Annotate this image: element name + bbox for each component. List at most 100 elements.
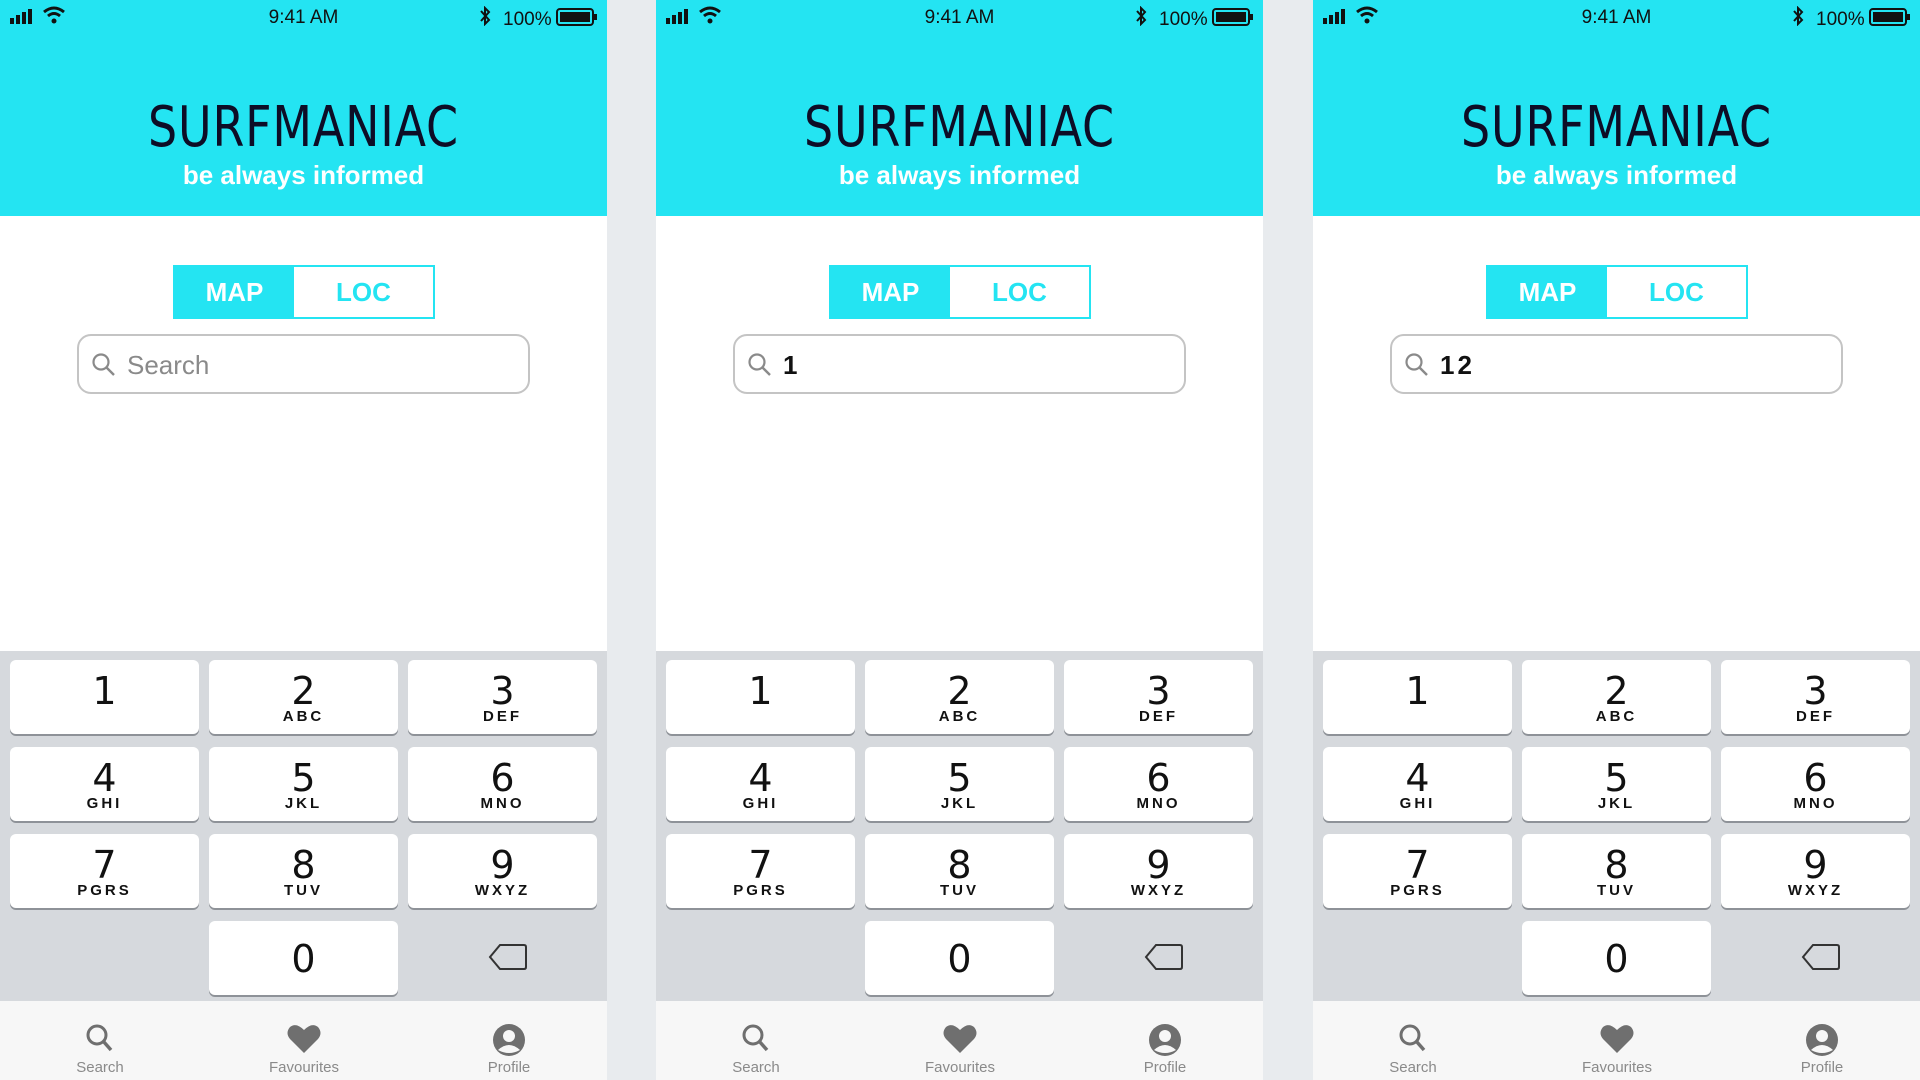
key-digit: 8 bbox=[947, 843, 972, 887]
key-6[interactable]: 6 MNO bbox=[408, 747, 597, 821]
tab-search[interactable]: Search bbox=[1353, 1001, 1473, 1080]
key-2[interactable]: 2 ABC bbox=[209, 660, 398, 734]
key-7[interactable]: 7 PGRS bbox=[1323, 834, 1512, 908]
key-5[interactable]: 5 JKL bbox=[1522, 747, 1711, 821]
tab-label: Favourites bbox=[1581, 1059, 1653, 1076]
key-3[interactable]: 3 DEF bbox=[1064, 660, 1253, 734]
status-bar: 9:41 AM 100% bbox=[0, 0, 607, 36]
loc-tab-button[interactable]: LOC bbox=[1607, 267, 1746, 317]
key-6[interactable]: 6 MNO bbox=[1064, 747, 1253, 821]
map-tab-button[interactable]: MAP bbox=[175, 267, 294, 317]
key-digit: 5 bbox=[291, 756, 316, 800]
key-digit: 3 bbox=[1803, 669, 1828, 713]
key-1[interactable]: 1 bbox=[666, 660, 855, 734]
key-0[interactable]: 0 bbox=[1522, 921, 1711, 995]
tab-favourites[interactable]: Favourites bbox=[244, 1001, 364, 1080]
key-1[interactable]: 1 bbox=[10, 660, 199, 734]
key-0[interactable]: 0 bbox=[209, 921, 398, 995]
loc-tab-button[interactable]: LOC bbox=[950, 267, 1089, 317]
backspace-icon[interactable] bbox=[1801, 942, 1841, 977]
tab-label: Profile bbox=[1800, 1059, 1844, 1076]
tab-profile[interactable]: Profile bbox=[1105, 1001, 1225, 1080]
tab-search[interactable]: Search bbox=[696, 1001, 816, 1080]
key-5[interactable]: 5 JKL bbox=[865, 747, 1054, 821]
key-2[interactable]: 2 ABC bbox=[1522, 660, 1711, 734]
key-digit: 5 bbox=[947, 756, 972, 800]
tab-profile[interactable]: Profile bbox=[1762, 1001, 1882, 1080]
key-4[interactable]: 4 GHI bbox=[666, 747, 855, 821]
tab-favourites[interactable]: Favourites bbox=[900, 1001, 1020, 1080]
backspace-icon[interactable] bbox=[1144, 942, 1184, 977]
key-3[interactable]: 3 DEF bbox=[1721, 660, 1910, 734]
key-digit: 8 bbox=[1604, 843, 1629, 887]
search-input-value: 1 bbox=[783, 350, 801, 380]
key-8[interactable]: 8 TUV bbox=[209, 834, 398, 908]
profile-icon bbox=[1762, 1023, 1882, 1056]
key-digit: 7 bbox=[748, 843, 773, 887]
key-letters: MNO bbox=[1793, 795, 1838, 812]
key-digit: 0 bbox=[947, 937, 972, 981]
bottom-tab-bar: Search Favourites Profile bbox=[0, 1001, 607, 1080]
key-digit: 9 bbox=[1146, 843, 1171, 887]
key-letters: PGRS bbox=[1390, 882, 1445, 899]
key-7[interactable]: 7 PGRS bbox=[10, 834, 199, 908]
key-letters: TUV bbox=[940, 882, 979, 899]
phone-screen-3: 9:41 AM 100% SURFMANIAC be always inform… bbox=[1313, 0, 1920, 1080]
tab-favourites[interactable]: Favourites bbox=[1557, 1001, 1677, 1080]
profile-icon bbox=[449, 1023, 569, 1056]
loc-tab-button[interactable]: LOC bbox=[294, 267, 433, 317]
key-digit: 4 bbox=[1405, 756, 1430, 800]
key-letters: DEF bbox=[1139, 708, 1178, 725]
key-digit: 7 bbox=[1405, 843, 1430, 887]
profile-icon bbox=[1105, 1023, 1225, 1056]
key-9[interactable]: 9 WXYZ bbox=[1721, 834, 1910, 908]
key-7[interactable]: 7 PGRS bbox=[666, 834, 855, 908]
key-letters: JKL bbox=[940, 795, 979, 812]
key-6[interactable]: 6 MNO bbox=[1721, 747, 1910, 821]
search-icon bbox=[747, 352, 773, 383]
key-digit: 8 bbox=[291, 843, 316, 887]
backspace-icon[interactable] bbox=[488, 942, 528, 977]
key-letters: WXYZ bbox=[1787, 882, 1844, 899]
map-tab-button[interactable]: MAP bbox=[831, 267, 950, 317]
bluetooth-icon bbox=[1791, 5, 1805, 32]
tab-profile[interactable]: Profile bbox=[449, 1001, 569, 1080]
search-input[interactable]: Search bbox=[77, 334, 530, 394]
app-title: SURFMANIAC bbox=[804, 95, 1115, 160]
key-digit: 3 bbox=[490, 669, 515, 713]
key-1[interactable]: 1 bbox=[1323, 660, 1512, 734]
key-letters: ABC bbox=[1595, 708, 1638, 725]
key-digit: 1 bbox=[1405, 669, 1430, 713]
tab-label: Favourites bbox=[268, 1059, 340, 1076]
key-4[interactable]: 4 GHI bbox=[10, 747, 199, 821]
view-toggle: MAP LOC bbox=[173, 265, 435, 319]
key-9[interactable]: 9 WXYZ bbox=[1064, 834, 1253, 908]
key-0[interactable]: 0 bbox=[865, 921, 1054, 995]
search-input-value: 12 bbox=[1440, 350, 1475, 380]
key-3[interactable]: 3 DEF bbox=[408, 660, 597, 734]
search-input[interactable]: 1 bbox=[733, 334, 1186, 394]
key-2[interactable]: 2 ABC bbox=[865, 660, 1054, 734]
key-digit: 7 bbox=[92, 843, 117, 887]
numeric-keypad: 1 2 ABC 3 DEF 4 GHI 5 JKL 6 MNO 7 PGRS 8… bbox=[1313, 651, 1920, 1001]
key-digit: 2 bbox=[947, 669, 972, 713]
search-input[interactable]: 12 bbox=[1390, 334, 1843, 394]
key-5[interactable]: 5 JKL bbox=[209, 747, 398, 821]
heart-icon bbox=[1557, 1023, 1677, 1055]
phone-screen-2: 9:41 AM 100% SURFMANIAC be always inform… bbox=[656, 0, 1263, 1080]
key-digit: 5 bbox=[1604, 756, 1629, 800]
search-icon bbox=[91, 352, 117, 383]
heart-icon bbox=[244, 1023, 364, 1055]
heart-icon bbox=[900, 1023, 1020, 1055]
search-placeholder: Search bbox=[127, 350, 210, 380]
key-4[interactable]: 4 GHI bbox=[1323, 747, 1512, 821]
key-8[interactable]: 8 TUV bbox=[865, 834, 1054, 908]
key-letters: GHI bbox=[1399, 795, 1436, 812]
app-header: 9:41 AM 100% SURFMANIAC be always inform… bbox=[1313, 0, 1920, 216]
app-title: SURFMANIAC bbox=[1461, 95, 1772, 160]
tab-search[interactable]: Search bbox=[40, 1001, 160, 1080]
status-bar: 9:41 AM 100% bbox=[1313, 0, 1920, 36]
key-9[interactable]: 9 WXYZ bbox=[408, 834, 597, 908]
map-tab-button[interactable]: MAP bbox=[1488, 267, 1607, 317]
key-8[interactable]: 8 TUV bbox=[1522, 834, 1711, 908]
